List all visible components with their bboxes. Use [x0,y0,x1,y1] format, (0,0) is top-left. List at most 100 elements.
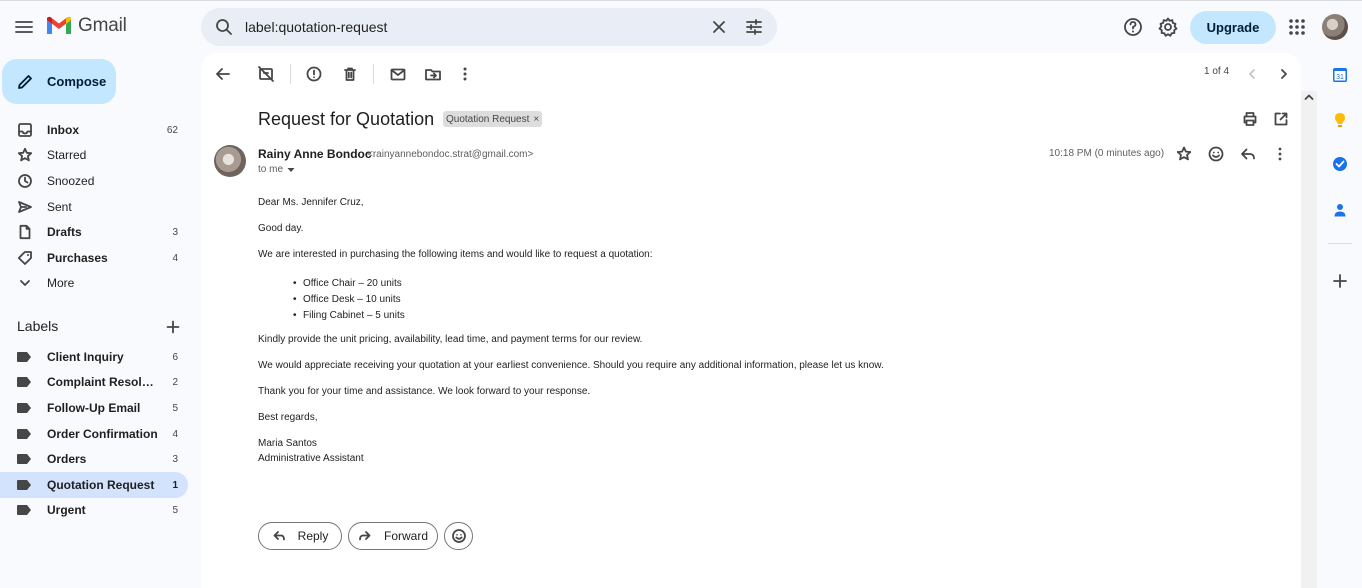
emoji-icon [451,529,466,543]
sidebar-label-quotation-request[interactable]: Quotation Request 1 [0,472,188,498]
forward-button[interactable]: Forward [348,522,438,550]
remove-label-icon[interactable]: × [533,114,539,125]
sidebar-label-client-inquiry[interactable]: Client Inquiry 6 [0,344,188,370]
sidebar-item-more[interactable]: More [0,270,188,296]
sidebar-item-label: Order Confirmation [47,427,158,441]
trash-icon[interactable] [340,64,360,84]
upgrade-button[interactable]: Upgrade [1190,11,1276,44]
tasks-check-icon[interactable] [1332,156,1348,172]
sidebar-item-label: Urgent [47,503,86,517]
keep-lightbulb-icon[interactable] [1332,112,1348,128]
unread-count: 4 [172,428,178,440]
sidebar-item-label: Snoozed [47,174,95,188]
label-tag-icon [17,403,31,413]
item-list: Office Chair – 20 units Office Desk – 10… [293,276,405,324]
unread-count: 3 [172,453,178,465]
sidebar-item-snoozed[interactable]: Snoozed [0,168,188,194]
reply-icon [273,531,285,541]
sidebar-item-label: Quotation Request [47,478,155,492]
sidebar-item-label: Sent [47,200,72,214]
print-icon[interactable] [1242,111,1258,127]
chevron-right-icon[interactable] [1274,64,1294,84]
star-icon[interactable] [1175,145,1193,163]
google-apps-icon[interactable] [1288,18,1306,36]
recipient-details-toggle[interactable]: to me [258,164,295,175]
unread-count: 4 [172,252,178,264]
message-view: 1 of 4 Request for Quotation Quotation R… [201,53,1301,588]
forward-label: Forward [383,529,428,543]
search-bar[interactable]: label:quotation-request [201,8,777,46]
sidebar-label-follow-up-email[interactable]: Follow-Up Email 5 [0,395,188,421]
sidebar-item-label: Follow-Up Email [47,401,141,415]
recipient-text: to me [258,164,284,175]
clear-search-icon[interactable] [709,17,729,37]
sender-name[interactable]: Rainy Anne Bondoc [258,147,372,161]
sidebar-item-drafts[interactable]: Drafts 3 [0,219,188,245]
draft-count: 3 [172,226,178,238]
back-arrow-icon[interactable] [213,64,233,84]
unread-count: 2 [172,376,178,388]
sidebar-label-order-confirmation[interactable]: Order Confirmation 4 [0,421,188,447]
search-options-icon[interactable] [744,17,764,37]
chevron-left-icon[interactable] [1242,64,1262,84]
star-icon [17,147,33,162]
search-input[interactable]: label:quotation-request [245,19,387,35]
main-menu-icon[interactable] [12,15,36,39]
sidebar-item-label: Purchases [47,251,108,265]
sender-email: <rainyannebondoc.strat@gmail.com> [367,149,534,160]
gmail-logo[interactable]: Gmail [46,15,127,37]
more-options-icon[interactable] [455,64,475,84]
reply-icon[interactable] [1239,145,1257,163]
sender-avatar[interactable] [214,145,246,177]
sidebar-item-inbox[interactable]: Inbox 62 [0,117,188,143]
scroll-up-arrow-icon[interactable] [1304,93,1314,101]
sidebar-item-sent[interactable]: Sent [0,194,188,220]
open-in-new-window-icon[interactable] [1273,111,1289,127]
sidebar-item-purchases[interactable]: Purchases 4 [0,245,188,271]
sidebar-item-label: More [47,276,75,290]
sidebar-item-starred[interactable]: Starred [0,142,188,168]
more-options-icon[interactable] [1271,145,1289,163]
reply-button[interactable]: Reply [258,522,342,550]
body-appreciation: We would appreciate receiving your quota… [258,360,884,371]
sidebar-item-label: Orders [47,452,87,466]
label-chip[interactable]: Quotation Request × [443,111,543,127]
compose-label: Compose [47,74,107,89]
chevron-down-icon [20,280,30,286]
list-item: Office Chair – 20 units [293,276,405,292]
account-avatar[interactable] [1322,14,1348,40]
label-tag-icon [17,429,31,439]
move-to-folder-icon[interactable] [423,64,443,84]
scrollbar[interactable] [1301,91,1317,588]
pencil-icon [18,74,32,89]
settings-gear-icon[interactable] [1157,16,1179,38]
emoji-reaction-button[interactable] [444,522,473,550]
label-tag-icon [17,352,31,362]
clock-icon [18,174,32,188]
sidebar-item-label: Starred [47,148,87,162]
contacts-person-icon[interactable] [1332,202,1348,218]
sidebar-item-label: Complaint Resolution [47,375,159,389]
create-label-plus-icon[interactable] [166,320,180,334]
archive-icon[interactable] [256,64,276,84]
inbox-icon [18,123,32,137]
mark-unread-icon[interactable] [388,64,408,84]
get-add-ons-plus-icon[interactable] [1332,273,1348,289]
sidebar-label-complaint-resolution[interactable]: Complaint Resolution 2 [0,369,188,395]
emoji-reaction-icon[interactable] [1207,145,1225,163]
search-icon[interactable] [214,17,234,37]
compose-button[interactable]: Compose [2,59,116,104]
report-spam-icon[interactable] [304,64,324,84]
signature-name: Maria Santos [258,438,317,449]
body-closing: Best regards, [258,412,318,423]
side-panel-divider [1328,243,1352,244]
draft-icon [19,224,31,240]
labels-heading: Labels [17,318,59,334]
sidebar-label-orders[interactable]: Orders 3 [0,446,188,472]
calendar-icon[interactable]: 31 [1332,67,1348,83]
sidebar-label-urgent[interactable]: Urgent 5 [0,497,188,523]
unread-count: 62 [166,124,178,136]
help-icon[interactable] [1122,16,1144,38]
label-tag-icon [17,377,31,387]
unread-count: 1 [172,479,178,491]
